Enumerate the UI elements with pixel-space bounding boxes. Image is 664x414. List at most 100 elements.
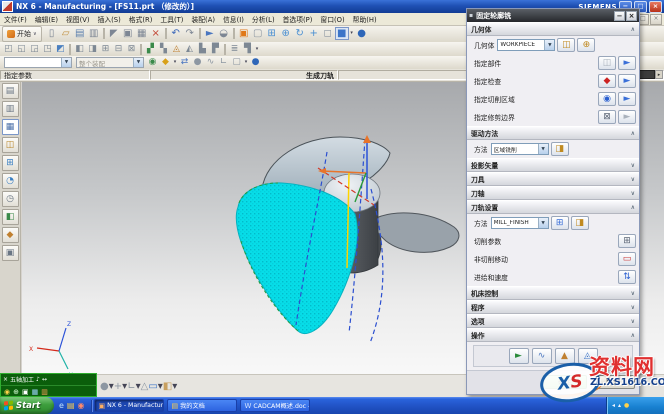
zoom-tool-icon[interactable]: ⊕	[13, 388, 19, 396]
layout-icon[interactable]: ▢	[251, 27, 265, 40]
section-tool[interactable]: 刀具 ∨	[467, 172, 639, 186]
check-geometry-button[interactable]: ◆	[598, 74, 616, 88]
manufacturing-wizards-icon[interactable]: ◆	[2, 227, 19, 243]
point-icon[interactable]: ●	[191, 57, 204, 68]
menu-item[interactable]: 工具(T)	[156, 16, 187, 24]
web-browser-icon[interactable]: ◔	[2, 173, 19, 189]
create-program-icon[interactable]: ◰	[2, 44, 15, 55]
plus-point-icon[interactable]: +	[114, 381, 122, 392]
part-geometry-button[interactable]: ◫	[598, 56, 616, 70]
cancel-button[interactable]: 取消	[591, 375, 635, 389]
roles-icon[interactable]: ▣	[2, 245, 19, 261]
cut-area-geometry-button[interactable]: ◉	[598, 92, 616, 106]
help-icon[interactable]: ◒	[217, 27, 231, 40]
filter-icon[interactable]: ◆	[159, 57, 172, 68]
zoom-icon[interactable]: ⊕	[279, 27, 293, 40]
history-icon[interactable]: ◷	[2, 191, 19, 207]
rect-icon[interactable]: ▭	[148, 381, 157, 392]
cube-icon[interactable]: ◧	[163, 381, 172, 392]
ie-icon[interactable]: e	[59, 401, 64, 410]
dialog-title-bar[interactable]: ▪ 固定轮廓铣 − ×	[467, 9, 639, 22]
pan-icon[interactable]: +	[307, 27, 321, 40]
redo-icon[interactable]: ↷	[183, 27, 197, 40]
resize-arrows-icon[interactable]: ↔	[42, 376, 47, 383]
section-path-settings[interactable]: 刀轨设置 ∧	[467, 200, 639, 214]
dialog-minimize-button[interactable]: −	[614, 11, 625, 21]
display-mode-icon[interactable]: ▣	[237, 27, 251, 40]
stats-icon[interactable]: ▥	[41, 388, 48, 396]
section-tool-axis[interactable]: 刀轴 ∨	[467, 186, 639, 200]
paste-operation-icon[interactable]: ⊟	[112, 44, 125, 55]
more-icon[interactable]: ▾	[254, 44, 260, 55]
menu-item[interactable]: 装配(A)	[187, 16, 219, 24]
edit-geometry-button[interactable]: ⊕	[577, 38, 595, 52]
section-program[interactable]: 程序 ∨	[467, 300, 639, 314]
verify-button[interactable]: ▲	[555, 348, 575, 364]
shop-doc-icon[interactable]: ▛	[209, 44, 222, 55]
flashlight-icon[interactable]: ►	[618, 110, 636, 124]
create-operation-icon[interactable]: ◩	[54, 44, 67, 55]
menu-item[interactable]: 格式(R)	[125, 16, 157, 24]
part-navigator-icon[interactable]: ▦	[2, 119, 19, 135]
path-method-combo[interactable]: MILL_FINISH ▼	[491, 217, 549, 229]
task-word[interactable]: W CADCAM概述.doc - Mi...	[240, 399, 310, 412]
section-options[interactable]: 选项 ∨	[467, 314, 639, 328]
drive-method-combo[interactable]: 区域铣削 ▼	[491, 143, 549, 155]
camera-icon[interactable]: ▣	[22, 388, 29, 396]
wireframe-icon[interactable]: ◻	[321, 27, 335, 40]
flashlight-icon[interactable]: ►	[618, 74, 636, 88]
method-grid-button[interactable]: ⊞	[551, 216, 569, 230]
section-drive-method[interactable]: 驱动方法 ∧	[467, 126, 639, 140]
create-method-icon[interactable]: ◳	[41, 44, 54, 55]
recorder-close-icon[interactable]: ×	[3, 376, 8, 383]
fit-view-icon[interactable]: ⊞	[265, 27, 279, 40]
section-projection-vector[interactable]: 投影矢量 ∨	[467, 158, 639, 172]
menu-item[interactable]: 视图(V)	[62, 16, 94, 24]
undo-icon[interactable]: ↶	[169, 27, 183, 40]
machine-view-icon[interactable]: ▜	[241, 44, 254, 55]
start-app-button[interactable]: 开始 ∨	[2, 26, 42, 42]
replay-toolpath-icon[interactable]: ▚	[157, 44, 170, 55]
constraint-navigator-icon[interactable]: ▥	[2, 101, 19, 117]
film-icon[interactable]: ▦	[32, 388, 39, 396]
menu-item[interactable]: 插入(S)	[94, 16, 125, 24]
non-cutting-moves-button[interactable]: ▭	[618, 252, 636, 266]
verify-toolpath-icon[interactable]: ◬	[170, 44, 183, 55]
create-tool-icon[interactable]: ◱	[15, 44, 28, 55]
menu-item[interactable]: 分析(L)	[248, 16, 279, 24]
generate-button[interactable]: ►	[509, 348, 529, 364]
new-icon[interactable]: ▯	[45, 27, 59, 40]
delete-operation-icon[interactable]: ⊠	[125, 44, 138, 55]
task-nx[interactable]: ▣ NX 6 - Manufacturing -...	[94, 399, 164, 412]
new-geometry-button[interactable]: ◫	[557, 38, 575, 52]
reuse-library-icon[interactable]: ◫	[2, 137, 19, 153]
process-studio-icon[interactable]: ◧	[2, 209, 19, 225]
propeller-right-blade[interactable]	[374, 213, 459, 253]
assembly-scope-combo[interactable]: 整个装配 ▼	[76, 57, 144, 68]
close-button[interactable]: ×	[649, 1, 662, 13]
dialog-close-button[interactable]: ×	[626, 11, 637, 21]
tray-volume-icon[interactable]: ◂	[612, 402, 615, 409]
menu-item[interactable]: 帮助(H)	[349, 16, 381, 24]
corner-icon[interactable]: ∟	[217, 57, 230, 68]
selection-scope-combo[interactable]: ▼	[4, 57, 72, 68]
cut-operation-icon[interactable]: ◨	[86, 44, 99, 55]
edit-drive-method-button[interactable]: ◨	[551, 142, 569, 156]
copy-operation-icon[interactable]: ⊞	[99, 44, 112, 55]
swap-icon[interactable]: ⇄	[178, 57, 191, 68]
trim-boundary-button[interactable]: ⊠	[598, 110, 616, 124]
geometry-combo[interactable]: WORKPIECE ▼	[497, 39, 555, 51]
section-geometry[interactable]: 几何体 ∧	[467, 22, 639, 36]
menu-item[interactable]: 窗口(O)	[316, 16, 348, 24]
shaded-view-icon[interactable]: ■	[335, 27, 349, 40]
copy-icon[interactable]: ▣	[121, 27, 135, 40]
open-icon[interactable]: ▱	[59, 27, 73, 40]
mdi-close-button[interactable]: ×	[650, 14, 662, 25]
snap-point-icon[interactable]: ●	[100, 381, 109, 392]
sphere-icon[interactable]: ●	[249, 57, 262, 68]
media-icon[interactable]: ◉	[77, 401, 84, 410]
cut-icon[interactable]: ◤	[107, 27, 121, 40]
paste-icon[interactable]: ▦	[135, 27, 149, 40]
save-icon[interactable]: ▤	[73, 27, 87, 40]
menu-item[interactable]: 编辑(E)	[31, 16, 62, 24]
